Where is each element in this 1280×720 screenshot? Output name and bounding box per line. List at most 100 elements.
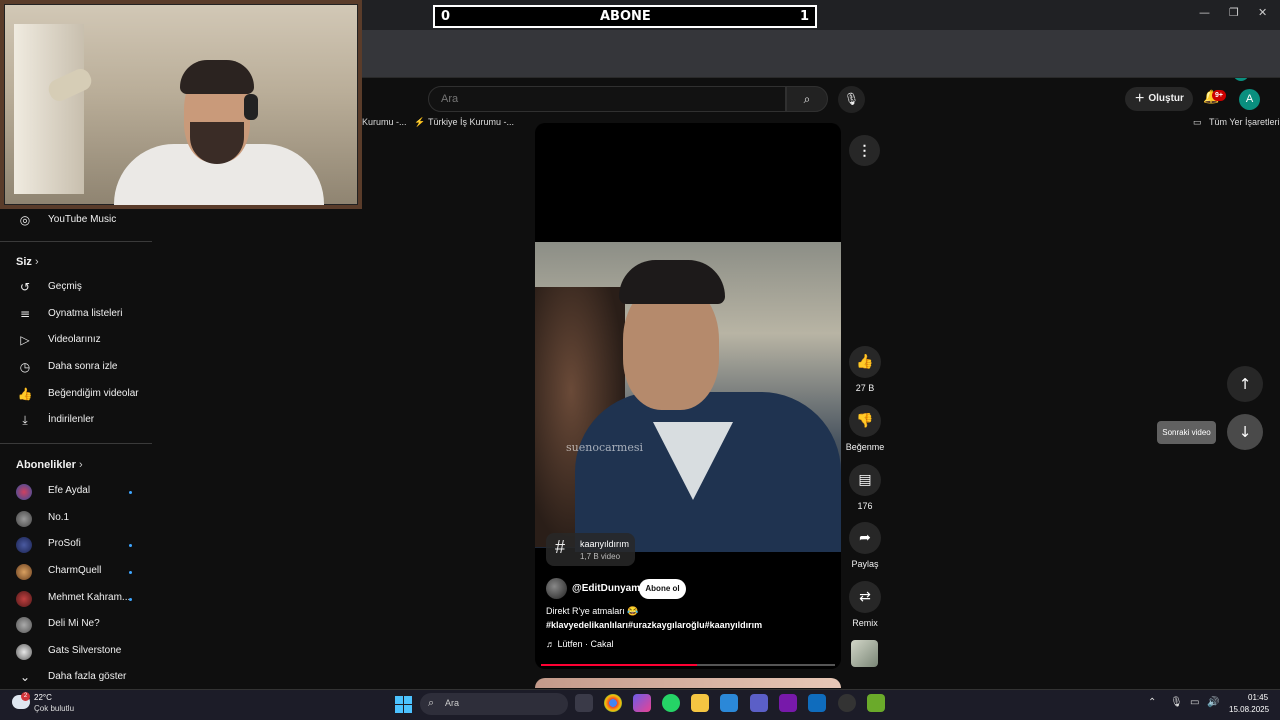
new-content-dot: [129, 598, 132, 601]
headset-icon: [244, 94, 258, 120]
subscribe-button[interactable]: Abone ol: [639, 579, 686, 599]
you-heading[interactable]: Siz ›: [16, 256, 39, 268]
divider: [0, 443, 152, 444]
subscriptions-heading[interactable]: Abonelikler ›: [16, 459, 83, 471]
plus-icon: +: [1135, 90, 1145, 107]
create-button[interactable]: + Oluştur: [1125, 87, 1193, 111]
channel-avatar: [16, 564, 32, 580]
counter-label: ABONE: [600, 9, 651, 24]
mic-icon: 🎙: [843, 92, 860, 106]
search-box[interactable]: [428, 86, 786, 112]
teams-icon[interactable]: [750, 694, 768, 712]
channel-avatar: [16, 644, 32, 660]
clock-date[interactable]: 15.08.2025: [1229, 705, 1269, 714]
windows-start-icon[interactable]: [395, 696, 412, 713]
subscription-item[interactable]: Efe Aydal: [0, 480, 152, 504]
app-icon[interactable]: [838, 694, 856, 712]
webcam-person-hair: [180, 60, 254, 94]
sidebar-item-label: Videolarınız: [48, 334, 101, 345]
notification-count-badge: 9+: [1212, 90, 1226, 101]
video-person-jacket: [575, 392, 841, 552]
close-icon[interactable]: ✕: [1258, 6, 1267, 19]
next-video-button[interactable]: ↓: [1227, 414, 1263, 450]
search-button[interactable]: ⌕: [786, 86, 828, 112]
hashtag-chip[interactable]: # kaanyıldırım 1,7 B video: [546, 533, 635, 566]
channel-avatar: [16, 484, 32, 500]
more-options-button[interactable]: ⋮: [849, 135, 880, 166]
store-icon[interactable]: [720, 694, 738, 712]
sidebar-item-your-videos[interactable]: ▷ Videolarınız: [0, 329, 152, 353]
share-icon: ➦: [849, 522, 881, 554]
webcam-overlay: [0, 0, 362, 209]
search-input[interactable]: [429, 87, 785, 111]
folder-icon: ▭: [1193, 117, 1202, 127]
remix-button[interactable]: ⇄ Remix: [847, 581, 883, 628]
arrow-down-icon: ↓: [1238, 423, 1252, 441]
subscription-label: Deli Mi Ne?: [48, 618, 100, 629]
clock-time[interactable]: 01:45: [1248, 693, 1268, 702]
channel-name[interactable]: @EditDunyam.: [572, 583, 643, 594]
short-description: Direkt R'ye atmaları 😂: [546, 606, 639, 616]
share-button[interactable]: ➦ Paylaş: [847, 522, 883, 569]
bookmark-favicon-icon: ⚡: [414, 117, 426, 127]
subscription-item[interactable]: Deli Mi Ne?: [0, 613, 152, 637]
sidebar-item-downloads[interactable]: ⤓ İndirilenler: [0, 409, 152, 433]
playlist-icon: ≡: [19, 307, 31, 321]
download-icon: ⤓: [22, 413, 28, 427]
video-watermark: suenocarmesi: [566, 441, 644, 454]
share-label: Paylaş: [851, 559, 879, 569]
sidebar-item-playlists[interactable]: ≡ Oynatma listeleri: [0, 303, 152, 327]
chevron-right-icon: ›: [34, 256, 39, 268]
android-app-icon[interactable]: [867, 694, 885, 712]
channel-avatar[interactable]: [546, 578, 567, 599]
sidebar-item-label: Oynatma listeleri: [48, 308, 123, 319]
restore-icon[interactable]: ❐: [1229, 6, 1239, 19]
bookmark-item[interactable]: Türkiye İş Kurumu -...: [428, 117, 514, 127]
new-content-dot: [129, 491, 132, 494]
sidebar-item-liked-videos[interactable]: 👍 Beğendiğim videolar: [0, 383, 152, 407]
short-hashtags[interactable]: #klavyedelikanlıları#urazkaygılaroğlu#ka…: [546, 620, 762, 630]
all-bookmarks[interactable]: Tüm Yer İşaretleri: [1209, 117, 1280, 127]
chrome-icon[interactable]: [604, 694, 622, 712]
previous-video-button[interactable]: ↑: [1227, 366, 1263, 402]
weather-alert-badge: 2: [21, 692, 30, 701]
sidebar-item-watch-later[interactable]: ◷ Daha sonra izle: [0, 356, 152, 380]
show-more-button[interactable]: ⌄ Daha fazla göster: [0, 666, 152, 690]
account-avatar[interactable]: A: [1239, 89, 1260, 110]
tray-volume-icon[interactable]: 🔊: [1207, 697, 1219, 708]
sidebar-item-history[interactable]: ↺ Geçmiş: [0, 276, 152, 300]
webcam-background: [14, 24, 84, 194]
taskbar-search[interactable]: ⌕ Ara: [420, 693, 568, 715]
tray-chevron-up-icon[interactable]: ⌃: [1148, 697, 1156, 708]
onenote-icon[interactable]: [779, 694, 797, 712]
weather-description[interactable]: Çok bulutlu: [34, 704, 74, 713]
whatsapp-icon[interactable]: [662, 694, 680, 712]
video-progress-bar[interactable]: [541, 664, 835, 666]
copilot-icon[interactable]: [633, 694, 651, 712]
tray-mic-icon[interactable]: 🎙: [1170, 697, 1183, 708]
dislike-label: Beğenme: [845, 442, 885, 452]
minimize-icon[interactable]: —: [1199, 6, 1210, 19]
outlook-icon[interactable]: [808, 694, 826, 712]
subscriber-counter-overlay: 0 ABONE 1: [433, 5, 817, 28]
like-button[interactable]: 👍 27 B: [847, 346, 883, 393]
sound-thumbnail[interactable]: [851, 640, 878, 667]
voice-search-button[interactable]: 🎙: [838, 86, 865, 113]
dislike-button[interactable]: 👎 Beğenme: [846, 405, 884, 452]
comment-icon: ▤: [849, 464, 881, 496]
comments-button[interactable]: ▤ 176: [847, 464, 883, 511]
subscription-item[interactable]: Mehmet Kahram...: [0, 587, 152, 611]
subscription-item[interactable]: Gats Silverstone: [0, 640, 152, 664]
bookmark-item[interactable]: Kurumu -...: [362, 117, 407, 127]
task-view-icon[interactable]: [575, 694, 593, 712]
subscription-item[interactable]: ProSofi: [0, 533, 152, 557]
sidebar-item-youtube-music[interactable]: ◎ YouTube Music: [0, 209, 152, 233]
remix-icon: ⇄: [849, 581, 881, 613]
subscription-item[interactable]: No.1: [0, 507, 152, 531]
weather-temperature[interactable]: 22°C: [34, 693, 52, 702]
comment-count: 176: [857, 501, 873, 511]
subscription-item[interactable]: CharmQuell: [0, 560, 152, 584]
tray-display-icon[interactable]: ▭: [1190, 697, 1199, 708]
file-explorer-icon[interactable]: [691, 694, 709, 712]
short-music-link[interactable]: ♬ Lütfen · Cakal: [546, 639, 614, 649]
